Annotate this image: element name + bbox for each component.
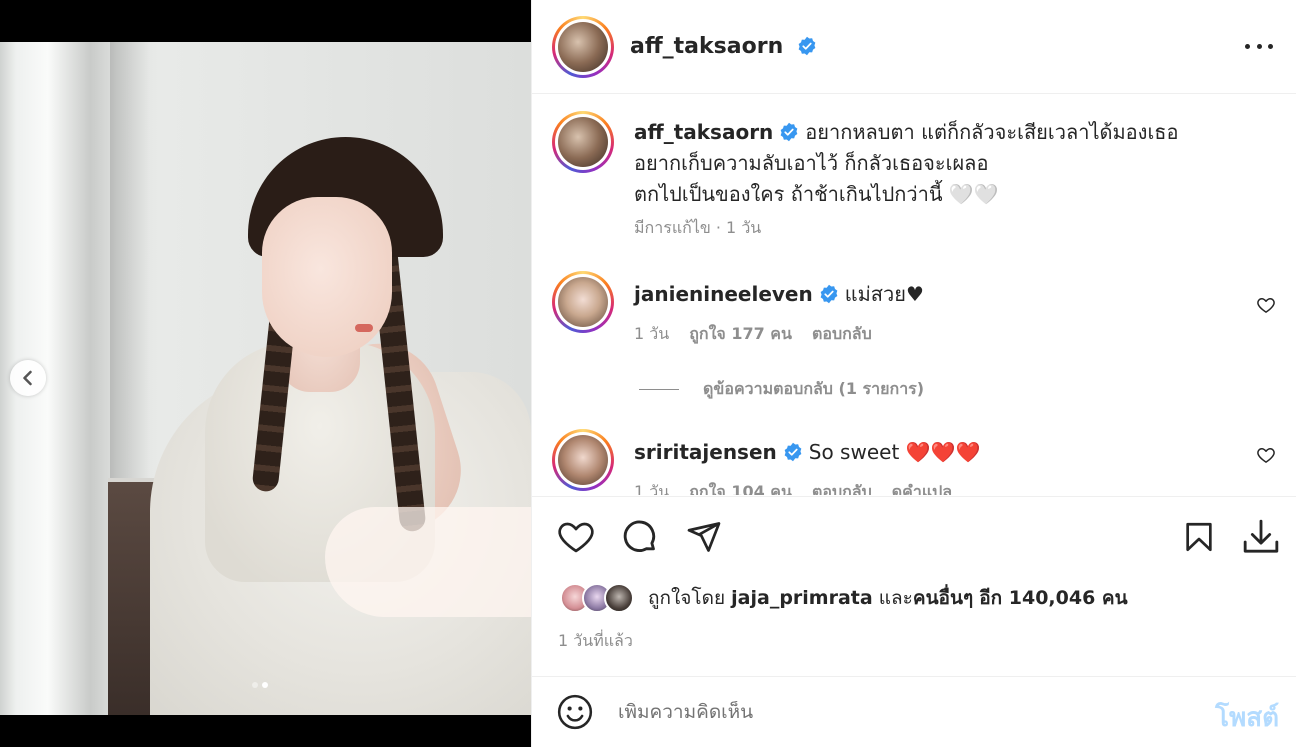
more-options-button[interactable] — [1245, 34, 1273, 58]
reply-button[interactable]: ตอบกลับ — [812, 480, 872, 495]
reply-divider — [639, 389, 679, 390]
comment-time[interactable]: 1 วัน — [634, 480, 669, 495]
likes-summary[interactable]: ถูกใจโดย jaja_primrata และคนอื่นๆ อีก 14… — [560, 583, 1128, 613]
liker-avatars — [560, 583, 634, 613]
carousel-prev-button[interactable] — [10, 360, 46, 396]
first-liker-username[interactable]: jaja_primrata — [731, 587, 873, 609]
view-replies-label: ดูข้อความตอบกลับ (1 รายการ) — [703, 379, 925, 398]
commenter-avatar[interactable] — [552, 429, 614, 491]
send-icon — [687, 522, 721, 552]
more-dot — [1256, 43, 1262, 49]
more-dot — [1268, 43, 1273, 49]
likes-count[interactable]: อีก 140,046 คน — [979, 587, 1127, 609]
comment-item: sriritajensen So sweet ❤️❤️❤️ 1 วัน ถูกใ… — [552, 429, 1282, 495]
chevron-left-icon — [23, 370, 32, 386]
verified-badge-icon — [820, 284, 838, 304]
view-replies-button[interactable]: ดูข้อความตอบกลับ (1 รายการ) — [639, 377, 924, 402]
more-dot — [1245, 43, 1250, 49]
commenter-avatar[interactable] — [552, 271, 614, 333]
likes-text: ถูกใจโดย jaja_primrata และคนอื่นๆ อีก 14… — [648, 583, 1128, 613]
liker-avatar — [604, 583, 634, 613]
share-button[interactable] — [684, 517, 724, 557]
instagram-post-modal: aff_taksaorn aff_taksaorn อยากหลบตา แต่ก… — [0, 0, 1296, 747]
verified-badge-icon — [784, 442, 802, 462]
post-actions: ถูกใจโดย jaja_primrata และคนอื่นๆ อีก 14… — [532, 496, 1296, 676]
heart-icon — [558, 522, 594, 553]
comment-bubble-icon — [623, 520, 656, 552]
carousel-indicator — [252, 682, 268, 688]
comment-likes[interactable]: ถูกใจ 177 คน — [689, 322, 792, 347]
comment-button[interactable] — [620, 517, 660, 557]
save-button[interactable] — [1179, 517, 1219, 557]
comment-text: So sweet ❤️❤️❤️ — [808, 440, 981, 464]
post-timestamp[interactable]: 1 วันที่แล้ว — [558, 629, 633, 654]
add-comment-bar: โพสต์ — [532, 676, 1296, 747]
post-media — [0, 0, 531, 747]
comments-list[interactable]: aff_taksaorn อยากหลบตา แต่ก็กลัวจะเสียเว… — [532, 95, 1296, 495]
post-details-panel: aff_taksaorn aff_taksaorn อยากหลบตา แต่ก… — [531, 0, 1296, 747]
commenter-username[interactable]: sriritajensen — [634, 440, 777, 464]
post-header: aff_taksaorn — [532, 0, 1296, 94]
comment-time[interactable]: 1 วัน — [634, 322, 669, 347]
translate-button[interactable]: ดูคำแปล — [892, 480, 952, 495]
likes-prefix: ถูกใจโดย — [648, 587, 726, 609]
carousel-dot — [252, 682, 258, 688]
comment-likes[interactable]: ถูกใจ 104 คน — [689, 480, 792, 495]
download-icon — [1243, 519, 1279, 553]
like-comment-heart-icon[interactable] — [1256, 445, 1276, 465]
comment-text: แม่สวย♥ — [844, 282, 924, 306]
likes-others[interactable]: คนอื่นๆ — [913, 587, 973, 609]
caption-avatar[interactable] — [552, 111, 614, 173]
likes-and: และ — [878, 587, 913, 609]
post-comment-button[interactable]: โพสต์ — [1215, 697, 1279, 738]
post-photo[interactable] — [0, 42, 531, 715]
like-comment-heart-icon[interactable] — [1256, 295, 1276, 315]
author-avatar[interactable] — [552, 15, 614, 78]
author-username[interactable]: aff_taksaorn — [630, 34, 817, 59]
caption-meta: มีการแก้ไข · 1 วัน — [634, 218, 762, 237]
commenter-username[interactable]: janienineeleven — [634, 282, 813, 306]
caption-line-2: อยากเก็บความลับเอาไว้ ก็กลัวเธอจะเผลอ — [634, 151, 989, 175]
verified-badge-icon — [798, 36, 816, 56]
reply-button[interactable]: ตอบกลับ — [812, 322, 872, 347]
comment-input[interactable] — [618, 701, 1178, 723]
verified-badge-icon — [780, 122, 798, 142]
caption-line-1: อยากหลบตา แต่ก็กลัวจะเสียเวลาได้มองเธอ — [805, 120, 1179, 144]
carousel-dot-active — [262, 682, 268, 688]
like-button[interactable] — [556, 517, 596, 557]
download-button[interactable] — [1241, 517, 1281, 557]
bookmark-icon — [1186, 522, 1212, 552]
caption-username[interactable]: aff_taksaorn — [634, 120, 773, 144]
caption-line-3: ตกไปเป็นของใคร ถ้าช้าเกินไปกว่านี้ 🤍🤍 — [634, 182, 999, 206]
caption: aff_taksaorn อยากหลบตา แต่ก็กลัวจะเสียเว… — [552, 111, 1282, 241]
emoji-icon[interactable] — [556, 693, 594, 731]
comment-item: janienineeleven แม่สวย♥ 1 วัน ถูกใจ 177 … — [552, 271, 1282, 347]
